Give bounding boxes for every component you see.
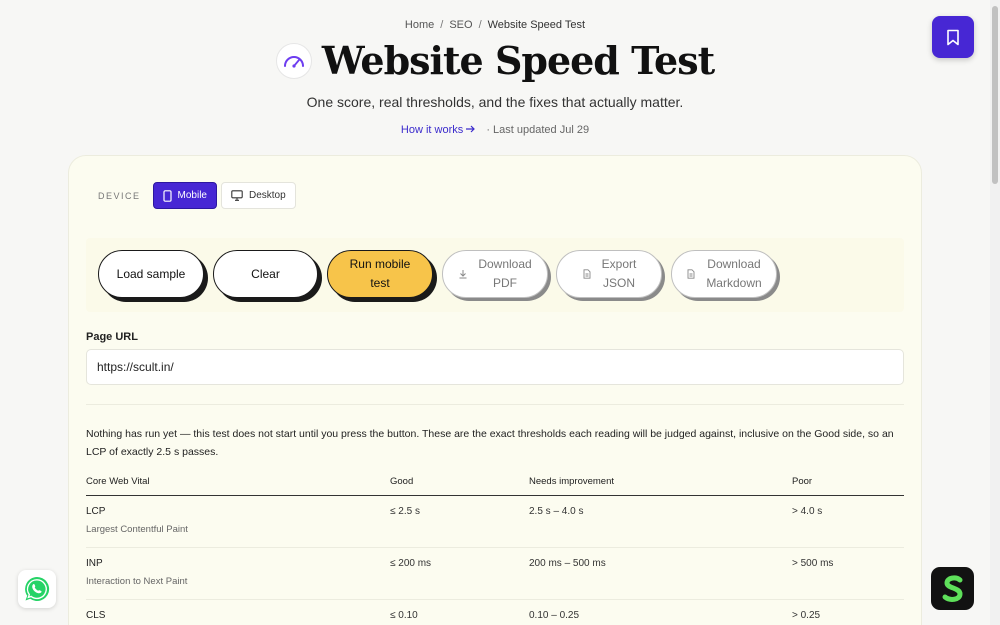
- whatsapp-button[interactable]: [18, 570, 56, 608]
- download-pdf-label: Download PDF: [478, 255, 531, 293]
- needs-threshold: 0.10 – 0.25: [529, 610, 580, 621]
- download-markdown-button[interactable]: Download Markdown: [671, 250, 777, 298]
- good-threshold: ≤ 200 ms: [390, 558, 432, 569]
- metric-description: Largest Contentful Paint: [86, 524, 188, 535]
- device-mobile-button[interactable]: Mobile: [152, 182, 217, 209]
- table-row: INP Interaction to Next Paint ≤ 200 ms 2…: [86, 548, 904, 600]
- clear-label: Clear: [251, 266, 280, 281]
- phone-icon: [162, 189, 172, 202]
- last-updated: · Last updated Jul 29: [486, 124, 590, 136]
- how-it-works-link[interactable]: How it works: [401, 124, 476, 136]
- metric-name: INP: [86, 558, 103, 569]
- poor-threshold: > 0.25: [792, 610, 821, 621]
- table-row: CLS ≤ 0.10 0.10 – 0.25 > 0.25: [86, 600, 904, 625]
- arrow-right-icon: [466, 125, 476, 133]
- needs-threshold: 200 ms – 500 ms: [529, 558, 606, 569]
- meta-row: How it works · Last updated Jul 29: [0, 124, 990, 136]
- breadcrumb-home[interactable]: Home: [405, 19, 434, 31]
- page-subtitle: One score, real thresholds, and the fixe…: [306, 94, 684, 110]
- download-markdown-label: Download Markdown: [706, 255, 761, 293]
- export-json-label: Export JSON: [602, 255, 637, 293]
- breadcrumb: Home / SEO / Website Speed Test: [0, 19, 990, 31]
- table-row: LCP Largest Contentful Paint ≤ 2.5 s 2.5…: [86, 496, 904, 548]
- device-desktop-button[interactable]: Desktop: [220, 182, 296, 209]
- poor-threshold: > 500 ms: [792, 558, 834, 569]
- how-it-works-label: How it works: [400, 124, 464, 136]
- whatsapp-icon: [25, 576, 50, 601]
- pdf-label-line2: PDF: [493, 276, 517, 290]
- thresholds-table: Core Web Vital Good Needs improvement Po…: [86, 472, 904, 625]
- page-url-label: Page URL: [86, 331, 138, 343]
- md-label-line2: Markdown: [706, 276, 762, 290]
- load-sample-button[interactable]: Load sample: [98, 250, 204, 298]
- divider: [86, 404, 904, 405]
- title-row: Website Speed Test: [0, 38, 990, 83]
- needs-threshold: 2.5 s – 4.0 s: [529, 506, 584, 517]
- header-needs: Needs improvement: [529, 476, 615, 487]
- run-label-line1: Run mobile: [349, 257, 411, 271]
- table-header: Core Web Vital Good Needs improvement Po…: [86, 472, 904, 496]
- device-mobile-label: Mobile: [177, 190, 207, 201]
- poor-threshold: > 4.0 s: [792, 506, 823, 517]
- json-label-line2: JSON: [602, 276, 635, 290]
- page-url-input[interactable]: [86, 349, 904, 385]
- clear-button[interactable]: Clear: [213, 250, 318, 298]
- bookmark-icon: [947, 29, 959, 45]
- notice-text: Nothing has run yet — this test does not…: [86, 428, 894, 458]
- bookmark-button[interactable]: [932, 16, 974, 58]
- pdf-label-line1: Download: [478, 257, 532, 271]
- file-icon: [583, 269, 591, 279]
- gauge-icon: [275, 42, 312, 79]
- md-label-line1: Download: [707, 257, 761, 271]
- breadcrumb-seo[interactable]: SEO: [449, 19, 472, 31]
- brand-app-button[interactable]: [931, 567, 974, 610]
- metric-description: Interaction to Next Paint: [86, 576, 188, 587]
- json-label-line1: Export: [601, 257, 637, 271]
- export-json-button[interactable]: Export JSON: [556, 250, 662, 298]
- metric-name: CLS: [86, 610, 106, 621]
- metric-name: LCP: [86, 506, 106, 517]
- run-test-label: Run mobile test: [350, 255, 411, 293]
- download-pdf-button[interactable]: Download PDF: [442, 250, 548, 298]
- brand-logo-icon: [942, 574, 963, 602]
- header-poor: Poor: [792, 476, 813, 487]
- device-desktop-label: Desktop: [248, 190, 286, 201]
- good-threshold: ≤ 2.5 s: [390, 506, 420, 517]
- good-threshold: ≤ 0.10: [390, 610, 418, 621]
- header-good: Good: [390, 476, 414, 487]
- device-selector: DEVICE Mobile Desktop: [98, 182, 296, 209]
- device-label: DEVICE: [98, 190, 141, 201]
- download-icon: [459, 270, 467, 279]
- breadcrumb-separator: /: [478, 19, 482, 31]
- header-vital: Core Web Vital: [86, 476, 150, 487]
- breadcrumb-current: Website Speed Test: [487, 19, 586, 31]
- run-label-line2: test: [370, 276, 390, 290]
- load-sample-label: Load sample: [116, 266, 186, 281]
- run-test-button[interactable]: Run mobile test: [327, 250, 433, 298]
- monitor-icon: [231, 190, 243, 201]
- breadcrumb-separator: /: [440, 19, 444, 31]
- page-title: Website Speed Test: [321, 38, 715, 83]
- file-icon: [687, 269, 695, 279]
- scrollbar-thumb[interactable]: [992, 6, 998, 184]
